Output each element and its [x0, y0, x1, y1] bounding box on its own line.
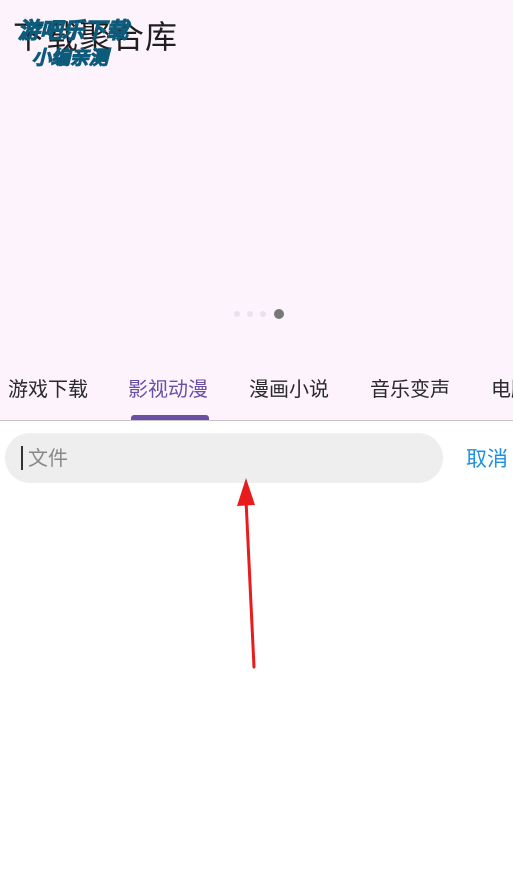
tab-game-download[interactable]: 游戏下载 [8, 373, 88, 402]
carousel-dot[interactable] [234, 311, 240, 317]
tab-film-anime[interactable]: 影视动漫 [128, 373, 208, 402]
active-tab-indicator [131, 415, 209, 420]
tab-comic-novel[interactable]: 漫画小说 [249, 373, 329, 402]
search-input[interactable] [23, 433, 428, 483]
category-tabs: 游戏下载 影视动漫 漫画小说 音乐变声 电脑 [0, 360, 513, 421]
carousel-dot-active[interactable] [274, 309, 284, 319]
watermark-line-1: 游吧乐下载 [18, 19, 131, 44]
carousel-dot[interactable] [247, 311, 253, 317]
carousel-indicator [229, 308, 299, 320]
header-banner: 下载聚合库 游吧乐下载 小编亲测 [0, 0, 513, 360]
search-bar[interactable] [5, 433, 443, 483]
tab-pc[interactable]: 电脑 [491, 373, 513, 402]
watermark-logo: 游吧乐下载 小编亲测 [18, 19, 132, 70]
tab-music-voice[interactable]: 音乐变声 [370, 373, 450, 402]
cancel-button[interactable]: 取消 [466, 443, 508, 473]
watermark-line-2: 小编亲测 [32, 47, 112, 69]
carousel-dot[interactable] [260, 311, 266, 317]
